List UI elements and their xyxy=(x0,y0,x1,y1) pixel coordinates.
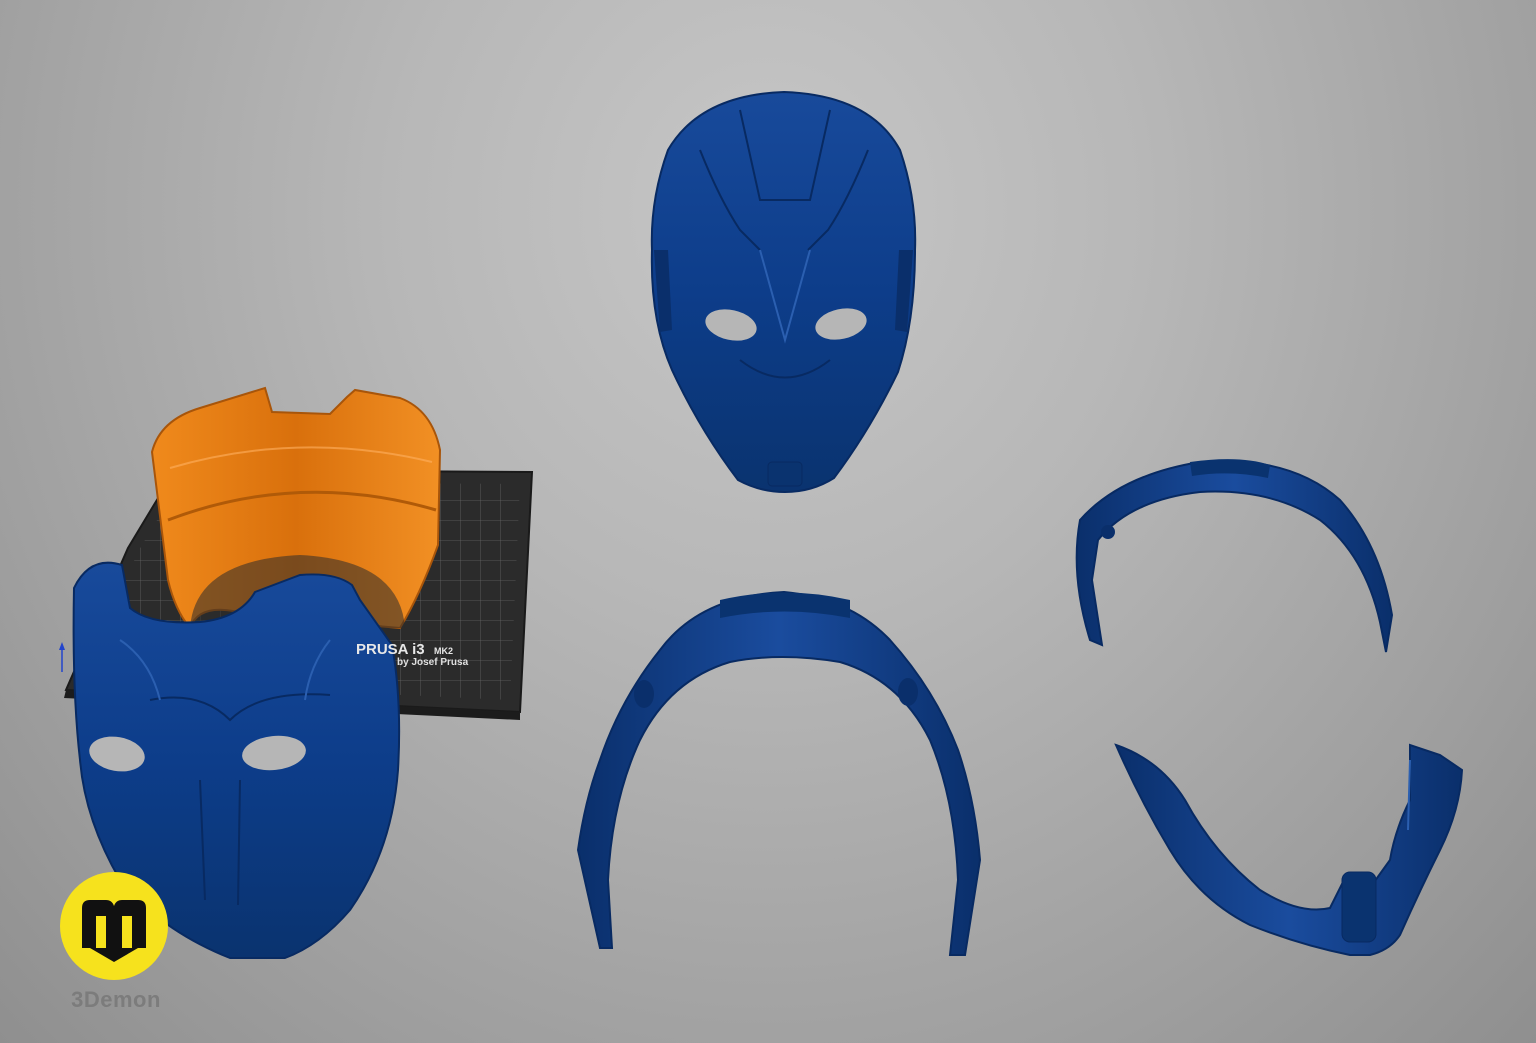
blue-headband-part xyxy=(576,590,982,956)
bed-maker-text: by Josef Prusa xyxy=(397,657,469,668)
brand-watermark: 3Demon xyxy=(58,872,174,1022)
3demon-logo-icon xyxy=(60,872,168,980)
axis-gizmo-icon xyxy=(59,642,65,672)
bed-label-text: PRUSA i3 xyxy=(356,641,425,658)
brand-name: 3Demon xyxy=(71,987,161,1012)
model-parts-render: PRUSA i3 MK2 by Josef Prusa xyxy=(59,90,1464,959)
blue-jaw-strip-part xyxy=(1114,743,1464,956)
blue-full-face-mask-part xyxy=(650,90,917,494)
bed-model-text: MK2 xyxy=(434,646,453,656)
blue-top-strip-part xyxy=(1075,459,1394,653)
render-scene: PRUSA i3 MK2 by Josef Prusa 3Demon xyxy=(0,0,1536,1043)
